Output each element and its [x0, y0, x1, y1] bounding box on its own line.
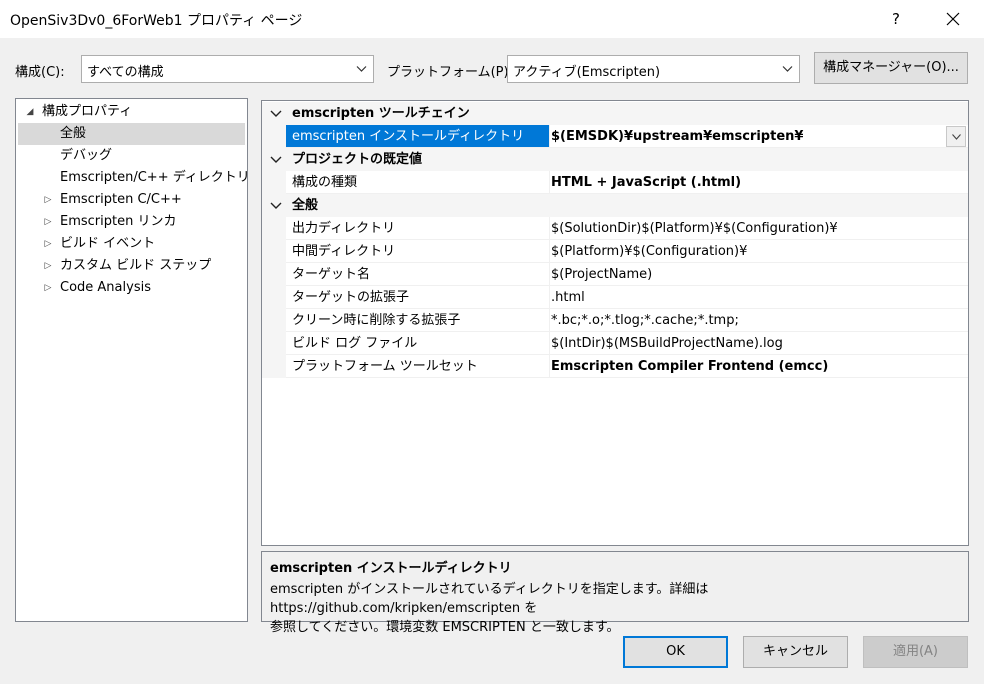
property-name: 中間ディレクトリ: [286, 240, 549, 263]
chevron-down-icon[interactable]: [270, 194, 282, 217]
window-title: OpenSiv3Dv0_6ForWeb1 プロパティ ページ: [10, 13, 303, 29]
tree-item-label: カスタム ビルド ステップ: [60, 258, 212, 273]
description-pane: emscripten インストールディレクトリ emscripten がインスト…: [261, 551, 969, 635]
tree-item-emscripten-linker[interactable]: ▷ Emscripten リンカ: [16, 211, 247, 233]
property-row[interactable]: クリーン時に削除する拡張子 *.bc;*.o;*.tlog;*.cache;*.…: [262, 309, 968, 332]
tree-item-label: Code Analysis: [60, 280, 151, 295]
config-label: 構成(C):: [15, 65, 65, 80]
property-value[interactable]: $(EMSDK)¥upstream¥emscripten¥: [549, 125, 968, 148]
title-bar: OpenSiv3Dv0_6ForWeb1 プロパティ ページ ?: [0, 0, 984, 38]
close-icon: [946, 12, 960, 26]
property-row[interactable]: 構成の種類 HTML + JavaScript (.html): [262, 171, 968, 194]
chevron-down-icon: [356, 66, 367, 72]
collapsed-triangle-icon[interactable]: ▷: [42, 233, 54, 255]
category-label: プロジェクトの既定値: [292, 152, 423, 167]
property-value[interactable]: *.bc;*.o;*.tlog;*.cache;*.tmp;: [549, 309, 968, 332]
chevron-down-icon[interactable]: [270, 102, 282, 125]
value-dropdown-button[interactable]: [946, 126, 966, 147]
property-grid: emscripten ツールチェイン emscripten インストールディレク…: [261, 100, 969, 546]
cancel-button[interactable]: キャンセル: [743, 636, 848, 668]
description-line: emscripten がインストールされているディレクトリを指定します。詳細は …: [270, 582, 709, 616]
collapsed-triangle-icon[interactable]: ▷: [42, 277, 54, 299]
property-row[interactable]: emscripten インストールディレクトリ $(EMSDK)¥upstrea…: [262, 125, 968, 148]
tree-item-emscripten-cpp-dirs[interactable]: Emscripten/C++ ディレクトリ: [16, 167, 250, 189]
tree-item-label: 全般: [60, 126, 87, 141]
property-row[interactable]: ターゲットの拡張子 .html: [262, 286, 968, 309]
category-label: emscripten ツールチェイン: [292, 106, 470, 121]
config-manager-button[interactable]: 構成マネージャー(O)...: [814, 52, 968, 84]
close-button[interactable]: [930, 0, 976, 38]
platform-combo[interactable]: アクティブ(Emscripten): [507, 55, 800, 83]
property-value[interactable]: $(ProjectName): [549, 263, 968, 286]
property-row[interactable]: 出力ディレクトリ $(SolutionDir)$(Platform)¥$(Con…: [262, 217, 968, 240]
property-row[interactable]: プラットフォーム ツールセット Emscripten Compiler Fron…: [262, 355, 968, 378]
category-project-defaults[interactable]: プロジェクトの既定値: [262, 148, 968, 171]
collapsed-triangle-icon[interactable]: ▷: [42, 189, 54, 211]
tree-item-build-events[interactable]: ▷ ビルド イベント: [16, 233, 247, 255]
tree-item-label: ビルド イベント: [60, 236, 156, 251]
tree-root[interactable]: ◢ 構成プロパティ: [16, 101, 247, 123]
property-row[interactable]: 中間ディレクトリ $(Platform)¥$(Configuration)¥: [262, 240, 968, 263]
property-name: 出力ディレクトリ: [286, 217, 549, 240]
tree-item-general[interactable]: 全般: [18, 123, 245, 145]
property-row[interactable]: ターゲット名 $(ProjectName): [262, 263, 968, 286]
category-general[interactable]: 全般: [262, 194, 968, 217]
property-name: ターゲットの拡張子: [286, 286, 549, 309]
tree-item-code-analysis[interactable]: ▷ Code Analysis: [16, 277, 247, 299]
platform-label: プラットフォーム(P):: [387, 65, 513, 80]
tree-item-emscripten-c-cpp[interactable]: ▷ Emscripten C/C++: [16, 189, 247, 211]
property-value[interactable]: $(SolutionDir)$(Platform)¥$(Configuratio…: [549, 217, 968, 240]
property-name: emscripten インストールディレクトリ: [286, 125, 549, 148]
category-label: 全般: [292, 198, 319, 213]
tree-root-label: 構成プロパティ: [42, 104, 133, 119]
property-value[interactable]: $(IntDir)$(MSBuildProjectName).log: [549, 332, 968, 355]
tree-item-label: Emscripten C/C++: [60, 192, 182, 207]
category-toolchain[interactable]: emscripten ツールチェイン: [262, 102, 968, 125]
property-row[interactable]: ビルド ログ ファイル $(IntDir)$(MSBuildProjectNam…: [262, 332, 968, 355]
collapsed-triangle-icon[interactable]: ▷: [42, 255, 54, 277]
chevron-down-icon[interactable]: [270, 148, 282, 171]
config-combo[interactable]: すべての構成: [81, 55, 374, 83]
platform-value: アクティブ(Emscripten): [513, 65, 661, 80]
property-name: ターゲット名: [286, 263, 549, 286]
ok-button[interactable]: OK: [623, 636, 728, 668]
property-name: 構成の種類: [286, 171, 549, 194]
tree-item-label: デバッグ: [60, 148, 113, 163]
collapsed-triangle-icon[interactable]: ▷: [42, 211, 54, 233]
property-value-text: $(EMSDK)¥upstream¥emscripten¥: [551, 129, 804, 144]
property-name: プラットフォーム ツールセット: [286, 355, 549, 378]
property-name: クリーン時に削除する拡張子: [286, 309, 549, 332]
property-name: ビルド ログ ファイル: [286, 332, 549, 355]
chevron-down-icon: [782, 66, 793, 72]
tree-item-label: Emscripten/C++ ディレクトリ: [60, 170, 250, 185]
property-value[interactable]: .html: [549, 286, 968, 309]
description-text: emscripten がインストールされているディレクトリを指定します。詳細は …: [270, 580, 960, 637]
description-line: 参照してください。環境変数 EMSCRIPTEN と一致します。: [270, 620, 620, 635]
property-value[interactable]: Emscripten Compiler Frontend (emcc): [549, 355, 968, 378]
property-value[interactable]: $(Platform)¥$(Configuration)¥: [549, 240, 968, 263]
chevron-down-icon: [952, 134, 961, 140]
description-title: emscripten インストールディレクトリ: [270, 561, 512, 576]
tree-item-label: Emscripten リンカ: [60, 214, 177, 229]
property-tree: ◢ 構成プロパティ 全般 デバッグ Emscripten/C++ ディレクトリ …: [15, 98, 250, 622]
apply-button[interactable]: 適用(A): [863, 636, 968, 668]
expanded-triangle-icon[interactable]: ◢: [24, 101, 36, 123]
config-value: すべての構成: [87, 65, 164, 80]
tree-item-debug[interactable]: デバッグ: [16, 145, 247, 167]
tree-item-custom-build-step[interactable]: ▷ カスタム ビルド ステップ: [16, 255, 247, 277]
help-button[interactable]: ?: [880, 0, 912, 38]
property-value[interactable]: HTML + JavaScript (.html): [549, 171, 968, 194]
